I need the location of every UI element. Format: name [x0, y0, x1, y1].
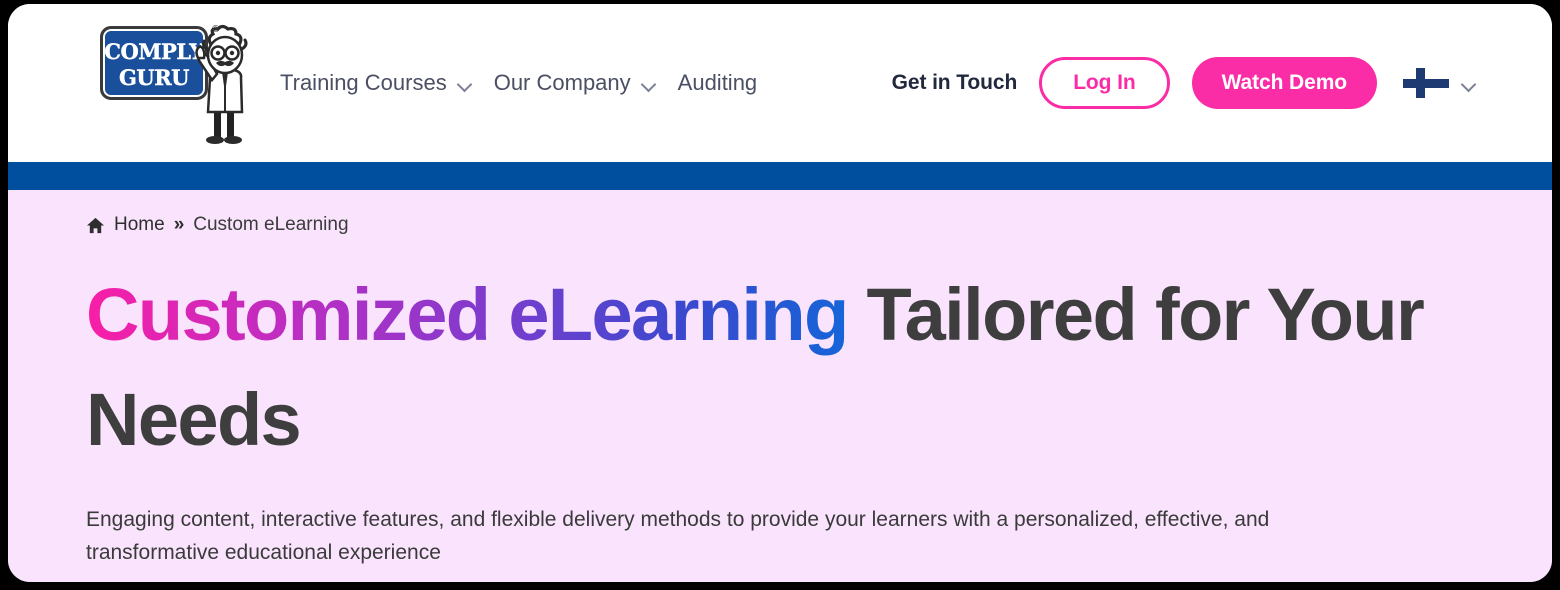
- login-button[interactable]: Log In: [1039, 57, 1170, 109]
- hero-subtitle: Engaging content, interactive features, …: [86, 508, 1270, 564]
- nav-label: Training Courses: [280, 70, 447, 95]
- breadcrumb-home-link[interactable]: Home: [114, 214, 165, 236]
- nav-item-our-company[interactable]: Our Company: [494, 70, 656, 96]
- nav-item-auditing[interactable]: Auditing: [678, 70, 758, 96]
- guru-mascot-icon: [195, 24, 248, 144]
- brand-divider-bar: [8, 162, 1552, 190]
- nav-item-training-courses[interactable]: Training Courses: [280, 70, 472, 96]
- site-header: COMPLY GURU ® Training Courses Our Compa…: [8, 4, 1552, 162]
- page-title-gradient-part: Customized eLearning: [86, 273, 849, 356]
- site-logo[interactable]: COMPLY GURU ®: [100, 20, 260, 148]
- chevron-down-icon: [1461, 77, 1476, 92]
- nav-label: Auditing: [677, 70, 758, 95]
- chevron-down-icon: [457, 77, 472, 92]
- chevron-down-icon: [641, 77, 656, 92]
- breadcrumb: Home » Custom eLearning: [86, 214, 1474, 236]
- watch-demo-button[interactable]: Watch Demo: [1191, 57, 1377, 109]
- page-title: Customized eLearning Tailored for Your N…: [86, 262, 1474, 472]
- get-in-touch-link[interactable]: Get in Touch: [892, 71, 1018, 95]
- finland-flag-icon: [1403, 68, 1449, 98]
- home-icon[interactable]: [86, 216, 105, 235]
- main-navigation: Training Courses Our Company Auditing: [280, 4, 757, 162]
- breadcrumb-separator: »: [173, 214, 185, 235]
- browser-window: COMPLY GURU ® Training Courses Our Compa…: [8, 4, 1552, 582]
- nav-label: Our Company: [493, 70, 631, 95]
- language-switcher[interactable]: [1403, 68, 1476, 98]
- breadcrumb-current-page: Custom eLearning: [193, 214, 349, 235]
- header-actions: Get in Touch Log In Watch Demo: [892, 4, 1476, 162]
- hero-section: Home » Custom eLearning Customized eLear…: [8, 190, 1552, 582]
